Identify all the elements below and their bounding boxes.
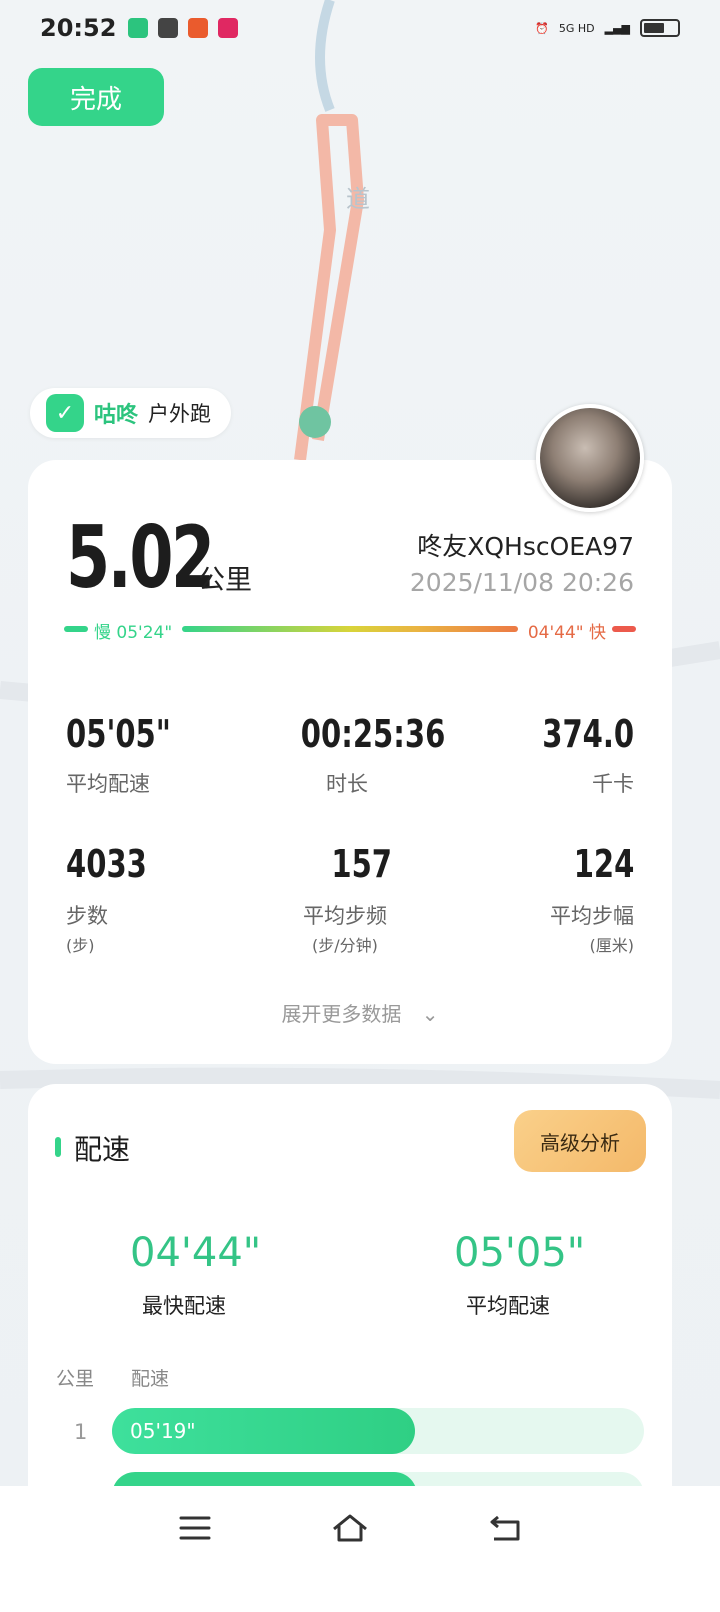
slow-marker [64, 626, 88, 632]
distance-value: 5.02 [66, 508, 215, 608]
done-button[interactable]: 完成 [28, 68, 164, 126]
average-pace-value: 05'05" [454, 1230, 586, 1276]
avg-pace-value: 05'05" [66, 712, 171, 756]
calories-value: 374.0 [542, 712, 634, 756]
fastest-pace-value: 04'44" [130, 1230, 262, 1276]
section-accent-bar [55, 1137, 61, 1157]
avg-pace-label: 平均配速 [66, 772, 150, 796]
expand-more-button[interactable]: 展开更多数据 ⌄ [0, 998, 720, 1027]
stride-unit: (厘米) [589, 936, 635, 955]
chevron-down-icon: ⌄ [421, 1002, 439, 1026]
menu-icon[interactable] [170, 1508, 220, 1548]
brand-name: 咕咚 [94, 403, 139, 428]
calories-label: 千卡 [592, 772, 634, 796]
stride-label: 平均步幅 [550, 904, 634, 928]
cadence-unit: (步/分钟) [312, 936, 378, 955]
col-header-km: 公里 [56, 1368, 95, 1390]
pace-slow-label: 慢 05'24" [94, 623, 173, 643]
pace-section-title: 配速 [74, 1133, 131, 1166]
video-notif-icon [218, 18, 239, 38]
split-km: 1 [74, 1420, 88, 1444]
fastest-pace-label: 最快配速 [142, 1294, 226, 1318]
alarm-icon: ⏰ [535, 21, 549, 35]
notification-icons [128, 18, 239, 38]
advanced-analysis-button[interactable]: 高级分析 [514, 1110, 646, 1172]
average-pace-label: 平均配速 [466, 1294, 550, 1318]
cadence-value: 157 [331, 842, 393, 886]
avatar[interactable] [536, 404, 644, 512]
status-bar: 20:52 ⏰ 5G HD ▂▄▆ [0, 0, 720, 56]
map-road-label: 道 [346, 185, 370, 213]
bag-notif-icon [158, 18, 179, 38]
brand-chip: ✓ 咕咚 户外跑 [30, 388, 232, 438]
duration-value: 00:25:36 [300, 712, 446, 756]
navigation-bar [0, 1486, 720, 1612]
fast-marker [612, 626, 636, 632]
pace-range-bar: 慢 05'24" 04'44" 快 [64, 618, 636, 643]
distance-unit: 公里 [198, 565, 252, 596]
status-right: ⏰ 5G HD ▂▄▆ [535, 19, 680, 37]
battery-icon [640, 19, 680, 37]
pace-gradient [182, 626, 518, 632]
home-icon[interactable] [325, 1508, 375, 1548]
col-header-pace: 配速 [131, 1368, 170, 1390]
split-row: 05'19" [112, 1408, 644, 1454]
steps-value: 4033 [66, 842, 147, 886]
activity-date: 2025/11/08 20:26 [409, 568, 634, 597]
shop-notif-icon [188, 18, 209, 38]
map-poi-icon [299, 406, 331, 438]
stride-value: 124 [573, 842, 634, 886]
split-pace: 05'19" [130, 1419, 196, 1443]
signal-icon: ▂▄▆ [604, 21, 630, 35]
steps-unit: (步) [66, 936, 95, 955]
codoon-notif-icon [128, 18, 149, 38]
codoon-logo-icon: ✓ [46, 394, 84, 432]
duration-label: 时长 [326, 772, 368, 796]
back-icon[interactable] [480, 1508, 530, 1548]
steps-label: 步数 [66, 904, 108, 928]
expand-more-label: 展开更多数据 [281, 1002, 402, 1026]
cadence-label: 平均步频 [303, 904, 387, 928]
network-label: 5G HD [558, 21, 595, 35]
username: 咚友XQHscOEA97 [417, 532, 634, 561]
pace-fast-label: 04'44" 快 [527, 623, 606, 643]
activity-type: 户外跑 [148, 402, 212, 426]
status-time: 20:52 [40, 14, 117, 42]
